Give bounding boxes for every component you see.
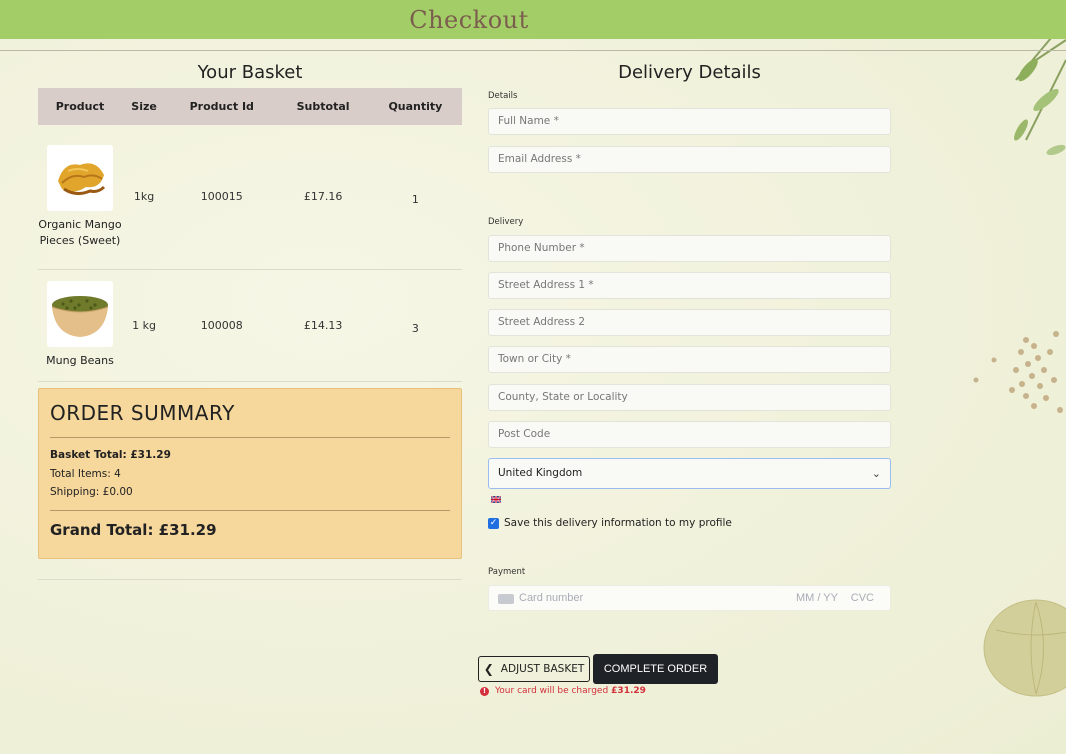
country-select[interactable]: United Kingdom ⌄ bbox=[488, 458, 891, 489]
chevron-left-icon: ❮ bbox=[483, 662, 494, 676]
melon-decoration bbox=[983, 599, 1066, 697]
basket-bottom-divider bbox=[38, 579, 462, 580]
details-label: Details bbox=[488, 91, 518, 101]
header-divider bbox=[0, 50, 1066, 51]
town-city-field[interactable]: Town or City * bbox=[488, 346, 891, 373]
summary-divider bbox=[50, 509, 450, 511]
complete-order-label: COMPLETE ORDER bbox=[603, 663, 708, 675]
charge-text: Your card will be charged bbox=[495, 686, 609, 696]
adjust-basket-label: ADJUST BASKET bbox=[500, 663, 585, 675]
email-field[interactable]: Email Address * bbox=[488, 146, 891, 173]
basket-title: Your Basket bbox=[197, 62, 303, 83]
header-bar: Checkout bbox=[0, 0, 1066, 39]
delivery-section: Delivery Details bbox=[488, 60, 891, 88]
payment-label: Payment bbox=[488, 567, 526, 577]
shipping-cost: Shipping: £0.00 bbox=[50, 486, 133, 498]
order-summary: ORDER SUMMARY Basket Total: £31.29 Total… bbox=[38, 388, 462, 559]
product-size: 1kg bbox=[133, 190, 155, 204]
product-image-mung-beans[interactable] bbox=[47, 281, 113, 347]
column-header-subtotal: Subtotal bbox=[296, 100, 350, 113]
grand-total: Grand Total: £31.29 bbox=[50, 520, 217, 539]
card-input[interactable]: Card number MM / YY CVC bbox=[488, 585, 891, 611]
product-id: 100015 bbox=[200, 190, 243, 204]
charge-amount: £31.29 bbox=[611, 686, 646, 696]
exclamation-icon: ! bbox=[480, 686, 489, 696]
summary-divider bbox=[50, 437, 450, 438]
column-header-product: Product bbox=[55, 100, 105, 113]
delivery-title: Delivery Details bbox=[618, 62, 761, 83]
delivery-label: Delivery bbox=[488, 217, 524, 227]
product-size: 1 kg bbox=[132, 318, 157, 332]
save-info-label: Save this delivery information to my pro… bbox=[504, 517, 732, 529]
product-quantity: 1 bbox=[411, 193, 419, 207]
adjust-basket-button[interactable]: ❮ ADJUST BASKET bbox=[478, 656, 590, 682]
column-header-quantity: Quantity bbox=[388, 100, 443, 113]
country-value: United Kingdom bbox=[498, 467, 583, 479]
full-name-field[interactable]: Full Name * bbox=[488, 108, 891, 135]
mango-pieces-icon bbox=[58, 163, 106, 195]
uk-flag-icon bbox=[491, 496, 501, 503]
chevron-down-icon: ⌄ bbox=[871, 467, 881, 480]
basket-section: Your Basket Product Size Product Id Subt… bbox=[38, 60, 462, 382]
charge-notice: ! Your card will be charged £31.29 bbox=[480, 686, 646, 696]
table-row: Mung Beans 1 kg 100008 £14.13 3 bbox=[38, 269, 462, 381]
page-title: Checkout bbox=[409, 5, 529, 34]
product-quantity: 3 bbox=[411, 321, 419, 335]
street-address-1-field[interactable]: Street Address 1 * bbox=[488, 272, 891, 299]
phone-field[interactable]: Phone Number * bbox=[488, 235, 891, 262]
product-name: Mung Beans bbox=[46, 354, 114, 367]
credit-card-icon bbox=[498, 594, 514, 604]
column-header-product-id: Product Id bbox=[189, 100, 254, 113]
basket-table: Product Size Product Id Subtotal Quantit… bbox=[38, 88, 462, 382]
save-info-row[interactable]: ✓ Save this delivery information to my p… bbox=[488, 517, 732, 529]
seeds-decoration bbox=[973, 331, 1063, 413]
product-cell: Mung Beans bbox=[38, 269, 122, 381]
card-number-placeholder: Card number bbox=[519, 592, 584, 604]
complete-order-button[interactable]: COMPLETE ORDER bbox=[593, 654, 718, 684]
save-info-checkbox[interactable]: ✓ bbox=[488, 517, 499, 529]
county-field[interactable]: County, State or Locality bbox=[488, 384, 891, 411]
card-cvc-placeholder: CVC bbox=[850, 592, 874, 604]
total-items: Total Items: 4 bbox=[50, 467, 121, 480]
order-summary-title: ORDER SUMMARY bbox=[50, 401, 235, 425]
product-image-mango[interactable] bbox=[47, 144, 113, 211]
product-subtotal: £17.16 bbox=[303, 190, 343, 204]
product-subtotal: £14.13 bbox=[303, 318, 343, 332]
basket-total: Basket Total: £31.29 bbox=[50, 449, 171, 461]
table-row: Organic Mango Pieces (Sweet) 1kg 100015 … bbox=[38, 125, 462, 269]
table-header-row: Product Size Product Id Subtotal Quantit… bbox=[38, 88, 462, 125]
card-expiry-placeholder: MM / YY bbox=[796, 592, 838, 604]
mung-beans-bowl-icon bbox=[51, 296, 109, 337]
product-name: Organic Mango Pieces (Sweet) bbox=[38, 217, 122, 247]
postcode-field[interactable]: Post Code bbox=[488, 421, 891, 448]
street-address-2-field[interactable]: Street Address 2 bbox=[488, 309, 891, 336]
column-header-size: Size bbox=[131, 100, 157, 113]
product-id: 100008 bbox=[200, 318, 243, 332]
product-cell: Organic Mango Pieces (Sweet) bbox=[38, 125, 122, 269]
